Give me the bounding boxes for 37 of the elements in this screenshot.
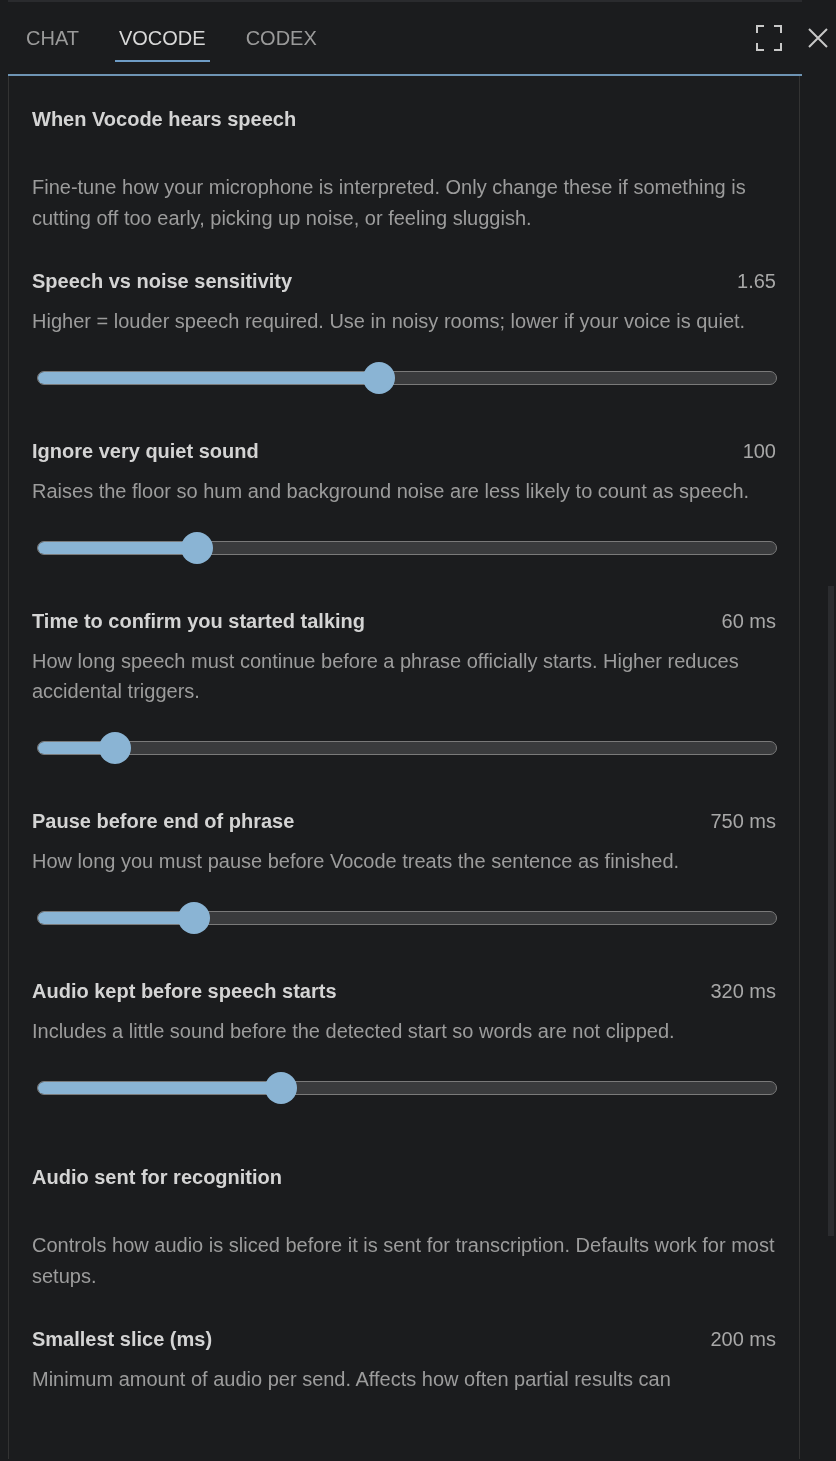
setting-title: Pause before end of phrase <box>32 809 295 834</box>
setting-value: 320 ms <box>710 979 776 1004</box>
slider-track[interactable] <box>37 911 777 925</box>
slider-track[interactable] <box>37 741 777 755</box>
slider-track[interactable] <box>37 1081 777 1095</box>
fullscreen-icon[interactable] <box>756 25 782 51</box>
slider-thumb[interactable] <box>363 362 396 394</box>
setting-value: 1.65 <box>737 269 776 294</box>
setting-description: How long you must pause before Vocode treats the sentence as finished. <box>32 849 681 874</box>
setting-description: Includes a little sound before the detected start so words are not clipped. <box>32 1019 676 1044</box>
setting-description: Minimum amount of audio per send. Affects how often partial results can <box>32 1367 672 1392</box>
slider-thumb[interactable] <box>180 532 213 564</box>
section-heading: Audio sent for recognition <box>32 1165 283 1190</box>
setting-value: 750 ms <box>710 809 776 834</box>
tab[interactable]: CODEX <box>241 2 321 62</box>
slider-track[interactable] <box>37 541 777 555</box>
setting-description: How long speech must continue before a phrase officially starts. Higher reduces accidental triggers. <box>32 649 740 704</box>
setting-value: 100 <box>742 439 776 464</box>
slider-thumb[interactable] <box>178 902 211 934</box>
setting-description: Raises the floor so hum and background noise are less likely to count as speech. <box>32 479 751 504</box>
slider-thumb[interactable] <box>99 732 132 764</box>
slider-thumb[interactable] <box>265 1072 298 1104</box>
close-icon[interactable] <box>808 28 828 48</box>
section-description: Controls how audio is sliced before it is sent for transcription. Defaults work for most setups. <box>32 1233 776 1289</box>
tab[interactable]: VOCODE <box>114 2 210 62</box>
setting-value: 60 ms <box>721 609 776 634</box>
section-description: Fine-tune how your microphone is interpreted. Only change these if something is cutting off too early, picking up noise, or feeling sluggish. <box>32 175 747 231</box>
setting-title: Speech vs noise sensitivity <box>32 269 293 294</box>
setting-title: Audio kept before speech starts <box>32 979 337 1004</box>
setting-description: Higher = louder speech required. Use in noisy rooms; lower if your voice is quiet. <box>32 309 747 334</box>
setting-value: 200 ms <box>710 1327 776 1352</box>
tab[interactable]: CHAT <box>22 2 83 62</box>
slider-track[interactable] <box>37 371 777 385</box>
setting-title: Time to confirm you started talking <box>32 609 366 634</box>
section-heading: When Vocode hears speech <box>32 107 298 132</box>
setting-title: Ignore very quiet sound <box>32 439 259 464</box>
setting-title: Smallest slice (ms) <box>32 1327 213 1352</box>
